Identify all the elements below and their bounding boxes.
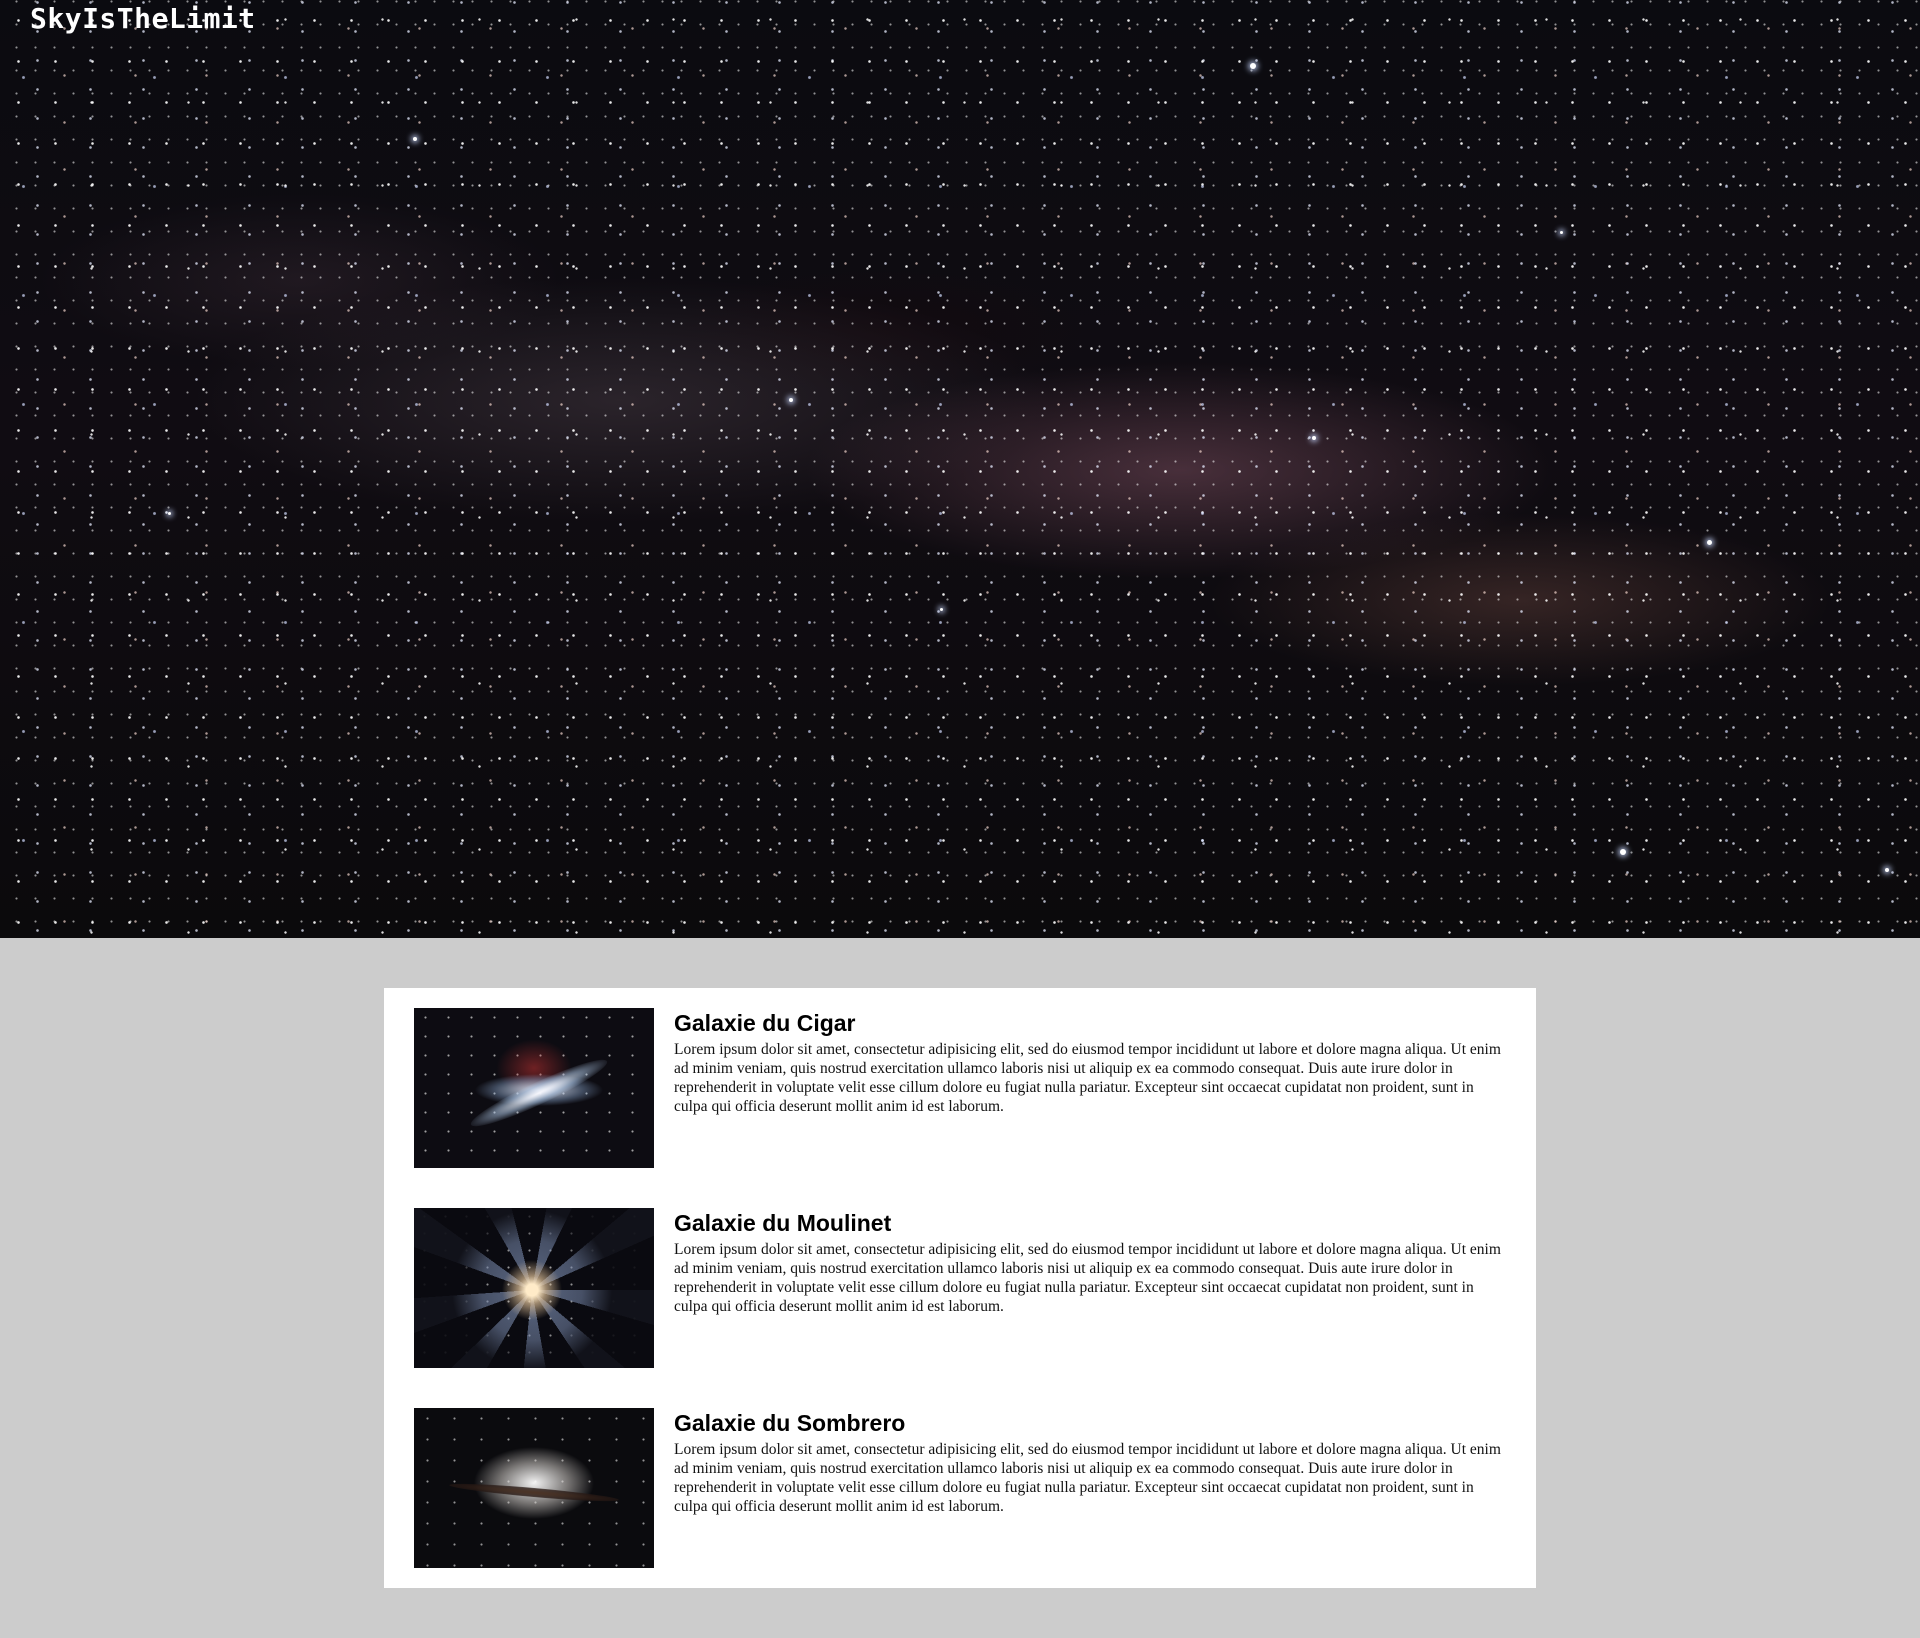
galaxy-image-moulinet — [414, 1208, 654, 1368]
galaxy-title: Galaxie du Sombrero — [674, 1410, 906, 1436]
site-logo-title[interactable]: SkyIsTheLimit — [30, 2, 256, 35]
galaxy-list-panel: Galaxie du Cigar Lorem ipsum dolor sit a… — [384, 988, 1536, 1588]
galaxy-card-sombrero: Galaxie du Sombrero Lorem ipsum dolor si… — [414, 1408, 1506, 1568]
bright-star — [1250, 63, 1256, 69]
hero-banner-milky-way — [0, 0, 1920, 938]
galaxy-vignette — [414, 1208, 654, 1368]
galaxy-title: Galaxie du Cigar — [674, 1010, 856, 1036]
galaxy-card-cigar: Galaxie du Cigar Lorem ipsum dolor sit a… — [414, 1008, 1506, 1168]
bright-star — [1620, 849, 1626, 855]
bright-star — [940, 608, 943, 611]
bright-star — [413, 137, 417, 141]
galaxy-image-cigar — [414, 1008, 654, 1168]
galaxy-body: Galaxie du Sombrero Lorem ipsum dolor si… — [674, 1408, 1506, 1568]
bright-star — [1560, 231, 1563, 234]
galaxy-body: Galaxie du Moulinet Lorem ipsum dolor si… — [674, 1208, 1506, 1368]
galaxy-title: Galaxie du Moulinet — [674, 1210, 892, 1236]
bright-star — [1312, 436, 1316, 440]
galaxy-dust-lane — [448, 1480, 620, 1505]
bright-star — [1707, 540, 1712, 545]
galaxy-card-moulinet: Galaxie du Moulinet Lorem ipsum dolor si… — [414, 1208, 1506, 1368]
bright-star — [168, 512, 171, 515]
galaxy-image-sombrero — [414, 1408, 654, 1568]
galaxy-description: Lorem ipsum dolor sit amet, consectetur … — [674, 1441, 1501, 1515]
galaxy-description: Lorem ipsum dolor sit amet, consectetur … — [674, 1041, 1501, 1115]
galaxy-body: Galaxie du Cigar Lorem ipsum dolor sit a… — [674, 1008, 1506, 1168]
bright-star — [1885, 868, 1889, 872]
galaxy-band-shape — [466, 1051, 612, 1135]
galaxy-description: Lorem ipsum dolor sit amet, consectetur … — [674, 1241, 1501, 1315]
bright-star — [789, 398, 793, 402]
